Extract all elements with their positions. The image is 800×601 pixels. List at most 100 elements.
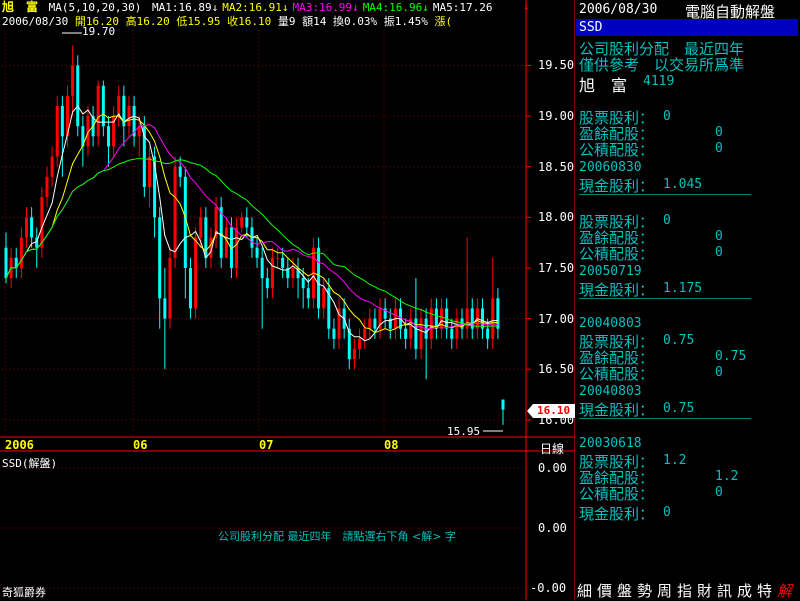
candle-body xyxy=(45,176,49,198)
candle-body xyxy=(158,217,162,299)
candle-body xyxy=(19,237,23,268)
tab-成[interactable]: 成 xyxy=(737,580,752,601)
candle-body xyxy=(450,328,454,339)
tab-盤[interactable]: 盤 xyxy=(617,580,632,601)
candle-body xyxy=(281,257,285,268)
candle-body xyxy=(332,328,336,339)
candle-body xyxy=(501,399,505,410)
candle-body xyxy=(101,85,105,127)
candle-body xyxy=(358,338,362,349)
candle-body xyxy=(4,247,8,279)
candle-body xyxy=(255,247,259,258)
candle-body xyxy=(76,65,80,127)
dividend-value: 0 xyxy=(715,141,723,156)
candle-body xyxy=(163,298,167,319)
candle-body xyxy=(363,328,367,339)
broker-name: 奇狐爵券 xyxy=(2,586,46,599)
dividend-label: 現金股利： xyxy=(579,177,655,195)
price-axis-label: 17.00 xyxy=(538,311,575,326)
dividend-date: 20060830 xyxy=(579,160,642,175)
price-chart[interactable] xyxy=(0,0,575,600)
candle-body xyxy=(414,318,418,349)
candle-body xyxy=(194,237,198,309)
candle-body xyxy=(291,267,295,279)
price-axis-label: 19.50 xyxy=(538,58,575,73)
candle-body xyxy=(440,308,444,329)
candle-body xyxy=(260,257,264,279)
candle-body xyxy=(373,318,377,329)
candle-body xyxy=(204,217,208,258)
candle-body xyxy=(317,247,321,309)
dividend-list[interactable]: 股票股利： 0 盈餘配股： 0 公積配股： 0 20060830 現金股利： 1.045 股票股利… xyxy=(575,0,800,578)
candle-body xyxy=(419,318,423,349)
candle-body xyxy=(188,267,192,309)
candle-body xyxy=(30,217,34,238)
candle-body xyxy=(106,126,110,147)
tab-訊[interactable]: 訊 xyxy=(717,580,732,601)
price-axis-label: 18.50 xyxy=(538,159,575,174)
tab-特[interactable]: 特 xyxy=(757,580,772,601)
time-axis-label: 08 xyxy=(384,438,399,452)
tab-勢[interactable]: 勢 xyxy=(637,580,652,601)
dividend-value: 0 xyxy=(715,365,723,380)
sub-axis-label: 0.00 xyxy=(538,461,567,475)
candle-body xyxy=(491,298,495,339)
dividend-value: 0.75 xyxy=(715,349,747,364)
candle-body xyxy=(173,166,177,258)
dividend-value: 1.175 xyxy=(663,281,703,296)
candle-body xyxy=(486,328,490,339)
candle-body xyxy=(235,227,239,268)
dividend-label: 公積配股： xyxy=(579,141,655,159)
time-axis-label: 07 xyxy=(259,438,274,452)
dividend-value: 0 xyxy=(715,245,723,260)
candle-body xyxy=(301,278,305,289)
price-axis-label: 19.00 xyxy=(538,109,575,124)
candle-body xyxy=(199,217,203,238)
tab-價[interactable]: 價 xyxy=(597,580,612,601)
dividend-value: 0 xyxy=(715,485,723,500)
candle-body xyxy=(55,105,59,157)
dividend-value: 0 xyxy=(715,229,723,244)
sub-chart-title: SSD(解盤) xyxy=(2,457,58,470)
low-price-label: 15.95 xyxy=(447,425,481,438)
candle-body xyxy=(245,217,249,228)
candle-body xyxy=(60,105,64,137)
price-axis-label: 17.50 xyxy=(538,260,575,275)
tab-指[interactable]: 指 xyxy=(677,580,692,601)
dividend-label: 公積配股： xyxy=(579,365,655,383)
candle-body xyxy=(368,318,372,329)
tab-周[interactable]: 周 xyxy=(657,580,672,601)
candle-body xyxy=(127,105,131,127)
dividend-label: 公積配股： xyxy=(579,245,655,263)
tab-財[interactable]: 財 xyxy=(697,580,712,601)
dividend-label: 現金股利： xyxy=(579,401,655,419)
period-label[interactable]: 日線 xyxy=(540,440,564,457)
high-price-label: 19.70 xyxy=(82,25,116,38)
dividend-date: 20040803 xyxy=(579,316,642,331)
candle-body xyxy=(265,278,269,289)
candle-body xyxy=(404,328,408,339)
candle-body xyxy=(50,156,54,177)
dividend-value: 0.75 xyxy=(663,401,695,416)
tab-細[interactable]: 細 xyxy=(577,580,592,601)
candle-body xyxy=(117,95,121,117)
candle-body xyxy=(71,65,75,96)
candle-body xyxy=(240,217,244,228)
dividend-value: 1.045 xyxy=(663,177,703,192)
dividend-value: 0 xyxy=(715,125,723,140)
dividend-label: 公積配股： xyxy=(579,485,655,503)
dividend-value: 0.75 xyxy=(663,333,695,348)
price-axis-label: 18.00 xyxy=(538,210,575,225)
tab-解[interactable]: 解 xyxy=(777,580,792,601)
dividend-divider xyxy=(579,194,751,195)
sub-axis-label: -0.00 xyxy=(530,581,567,595)
right-panel: 2006/08/30 電腦自動解盤 SSD 公司股利分配 最近四年 僅供參考 以… xyxy=(575,0,800,600)
candle-body xyxy=(168,257,172,319)
dividend-value: 0 xyxy=(663,505,671,520)
candle-body xyxy=(178,166,182,177)
candle-body xyxy=(147,156,151,187)
time-axis-label: 2006 xyxy=(5,438,34,452)
candle-body xyxy=(434,308,438,329)
candle-body xyxy=(306,288,310,299)
candle-body xyxy=(40,197,44,248)
